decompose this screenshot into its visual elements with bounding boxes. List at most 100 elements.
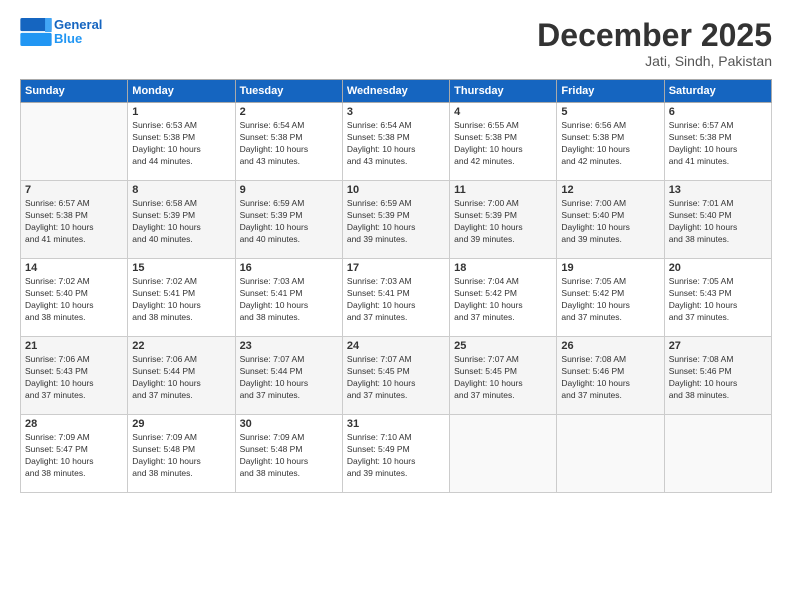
col-wednesday: Wednesday <box>342 80 449 103</box>
calendar-week-2: 7 Sunrise: 6:57 AM Sunset: 5:38 PM Daylig… <box>21 181 772 259</box>
calendar-week-1: 1Sunrise: 6:53 AM Sunset: 5:38 PM Daylig… <box>21 103 772 181</box>
calendar-cell: 30 Sunrise: 7:09 AM Sunset: 5:48 PM Dayli… <box>235 415 342 493</box>
day-number: 13 <box>669 184 767 196</box>
day-info: Sunrise: 6:57 AM Sunset: 5:38 PM Dayligh… <box>25 198 123 246</box>
day-info: Sunrise: 7:06 AM Sunset: 5:43 PM Dayligh… <box>25 354 123 402</box>
day-info: Sunrise: 6:59 AM Sunset: 5:39 PM Dayligh… <box>347 198 445 246</box>
day-info: Sunrise: 7:07 AM Sunset: 5:44 PM Dayligh… <box>240 354 338 402</box>
day-info: Sunrise: 7:04 AM Sunset: 5:42 PM Dayligh… <box>454 276 552 324</box>
day-number: 1 <box>132 106 230 118</box>
day-info: Sunrise: 6:58 AM Sunset: 5:39 PM Dayligh… <box>132 198 230 246</box>
col-sunday: Sunday <box>21 80 128 103</box>
day-number: 2 <box>240 106 338 118</box>
calendar-cell: 5 Sunrise: 6:56 AM Sunset: 5:38 PM Daylig… <box>557 103 664 181</box>
day-number: 31 <box>347 418 445 430</box>
day-number: 9 <box>240 184 338 196</box>
day-number: 18 <box>454 262 552 274</box>
day-info: Sunrise: 7:08 AM Sunset: 5:46 PM Dayligh… <box>669 354 767 402</box>
day-info: Sunrise: 6:57 AM Sunset: 5:38 PM Dayligh… <box>669 120 767 168</box>
col-friday: Friday <box>557 80 664 103</box>
calendar-cell <box>450 415 557 493</box>
logo-text: General Blue <box>54 18 102 47</box>
day-number: 6 <box>669 106 767 118</box>
day-number: 24 <box>347 340 445 352</box>
calendar-cell: 18 Sunrise: 7:04 AM Sunset: 5:42 PM Dayli… <box>450 259 557 337</box>
calendar-week-4: 21 Sunrise: 7:06 AM Sunset: 5:43 PM Dayli… <box>21 337 772 415</box>
day-number: 29 <box>132 418 230 430</box>
day-info: Sunrise: 7:06 AM Sunset: 5:44 PM Dayligh… <box>132 354 230 402</box>
day-number: 21 <box>25 340 123 352</box>
day-info: Sunrise: 7:08 AM Sunset: 5:46 PM Dayligh… <box>561 354 659 402</box>
day-info: Sunrise: 6:56 AM Sunset: 5:38 PM Dayligh… <box>561 120 659 168</box>
calendar-cell: 8 Sunrise: 6:58 AM Sunset: 5:39 PM Daylig… <box>128 181 235 259</box>
logo-icon <box>20 18 52 46</box>
day-number: 26 <box>561 340 659 352</box>
calendar-cell: 13 Sunrise: 7:01 AM Sunset: 5:40 PM Dayli… <box>664 181 771 259</box>
day-number: 28 <box>25 418 123 430</box>
day-info: Sunrise: 7:07 AM Sunset: 5:45 PM Dayligh… <box>347 354 445 402</box>
day-number: 23 <box>240 340 338 352</box>
day-info: Sunrise: 6:54 AM Sunset: 5:38 PM Dayligh… <box>347 120 445 168</box>
day-info: Sunrise: 7:09 AM Sunset: 5:48 PM Dayligh… <box>240 432 338 480</box>
calendar-cell: 27 Sunrise: 7:08 AM Sunset: 5:46 PM Dayli… <box>664 337 771 415</box>
day-number: 20 <box>669 262 767 274</box>
month-title: December 2025 <box>537 18 772 53</box>
day-number: 3 <box>347 106 445 118</box>
day-info: Sunrise: 7:01 AM Sunset: 5:40 PM Dayligh… <box>669 198 767 246</box>
calendar-week-3: 14Sunrise: 7:02 AM Sunset: 5:40 PM Dayli… <box>21 259 772 337</box>
logo: General Blue <box>20 18 102 47</box>
calendar-cell: 12 Sunrise: 7:00 AM Sunset: 5:40 PM Dayli… <box>557 181 664 259</box>
day-info: Sunrise: 7:07 AM Sunset: 5:45 PM Dayligh… <box>454 354 552 402</box>
calendar-cell <box>664 415 771 493</box>
calendar-cell: 9 Sunrise: 6:59 AM Sunset: 5:39 PM Daylig… <box>235 181 342 259</box>
calendar-table: Sunday Monday Tuesday Wednesday Thursday… <box>20 79 772 493</box>
calendar-week-5: 28 Sunrise: 7:09 AM Sunset: 5:47 PM Dayli… <box>21 415 772 493</box>
col-thursday: Thursday <box>450 80 557 103</box>
calendar-cell: 28 Sunrise: 7:09 AM Sunset: 5:47 PM Dayli… <box>21 415 128 493</box>
day-number: 7 <box>25 184 123 196</box>
page: General Blue December 2025 Jati, Sindh, … <box>0 0 792 612</box>
day-number: 15 <box>132 262 230 274</box>
day-info: Sunrise: 7:00 AM Sunset: 5:39 PM Dayligh… <box>454 198 552 246</box>
day-info: Sunrise: 6:55 AM Sunset: 5:38 PM Dayligh… <box>454 120 552 168</box>
day-number: 8 <box>132 184 230 196</box>
col-monday: Monday <box>128 80 235 103</box>
calendar-cell: 11Sunrise: 7:00 AM Sunset: 5:39 PM Dayli… <box>450 181 557 259</box>
day-number: 19 <box>561 262 659 274</box>
day-number: 25 <box>454 340 552 352</box>
day-number: 30 <box>240 418 338 430</box>
calendar-cell: 15 Sunrise: 7:02 AM Sunset: 5:41 PM Dayli… <box>128 259 235 337</box>
day-number: 12 <box>561 184 659 196</box>
calendar-cell: 4 Sunrise: 6:55 AM Sunset: 5:38 PM Daylig… <box>450 103 557 181</box>
calendar-cell: 29 Sunrise: 7:09 AM Sunset: 5:48 PM Dayli… <box>128 415 235 493</box>
calendar-cell: 1Sunrise: 6:53 AM Sunset: 5:38 PM Daylig… <box>128 103 235 181</box>
calendar-cell <box>557 415 664 493</box>
day-info: Sunrise: 6:54 AM Sunset: 5:38 PM Dayligh… <box>240 120 338 168</box>
col-tuesday: Tuesday <box>235 80 342 103</box>
day-info: Sunrise: 7:05 AM Sunset: 5:42 PM Dayligh… <box>561 276 659 324</box>
day-number: 27 <box>669 340 767 352</box>
calendar-cell: 23 Sunrise: 7:07 AM Sunset: 5:44 PM Dayli… <box>235 337 342 415</box>
day-info: Sunrise: 7:09 AM Sunset: 5:48 PM Dayligh… <box>132 432 230 480</box>
calendar-cell: 31Sunrise: 7:10 AM Sunset: 5:49 PM Dayli… <box>342 415 449 493</box>
calendar-cell <box>21 103 128 181</box>
day-number: 4 <box>454 106 552 118</box>
calendar-cell: 19 Sunrise: 7:05 AM Sunset: 5:42 PM Dayli… <box>557 259 664 337</box>
day-info: Sunrise: 7:05 AM Sunset: 5:43 PM Dayligh… <box>669 276 767 324</box>
calendar-cell: 2 Sunrise: 6:54 AM Sunset: 5:38 PM Daylig… <box>235 103 342 181</box>
day-number: 5 <box>561 106 659 118</box>
day-info: Sunrise: 7:09 AM Sunset: 5:47 PM Dayligh… <box>25 432 123 480</box>
day-number: 17 <box>347 262 445 274</box>
header: General Blue December 2025 Jati, Sindh, … <box>20 18 772 69</box>
day-info: Sunrise: 7:02 AM Sunset: 5:41 PM Dayligh… <box>132 276 230 324</box>
day-info: Sunrise: 6:59 AM Sunset: 5:39 PM Dayligh… <box>240 198 338 246</box>
title-area: December 2025 Jati, Sindh, Pakistan <box>537 18 772 69</box>
calendar-cell: 24 Sunrise: 7:07 AM Sunset: 5:45 PM Dayli… <box>342 337 449 415</box>
calendar-cell: 26 Sunrise: 7:08 AM Sunset: 5:46 PM Dayli… <box>557 337 664 415</box>
day-info: Sunrise: 7:03 AM Sunset: 5:41 PM Dayligh… <box>347 276 445 324</box>
day-info: Sunrise: 7:00 AM Sunset: 5:40 PM Dayligh… <box>561 198 659 246</box>
day-info: Sunrise: 7:03 AM Sunset: 5:41 PM Dayligh… <box>240 276 338 324</box>
day-number: 16 <box>240 262 338 274</box>
calendar-cell: 20 Sunrise: 7:05 AM Sunset: 5:43 PM Dayli… <box>664 259 771 337</box>
calendar-cell: 21 Sunrise: 7:06 AM Sunset: 5:43 PM Dayli… <box>21 337 128 415</box>
